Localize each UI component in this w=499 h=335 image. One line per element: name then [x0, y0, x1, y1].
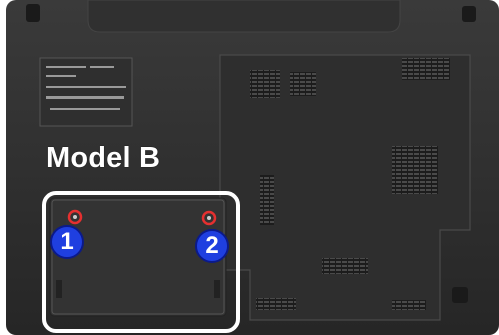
- battery-bay-ridge: [87, 0, 401, 33]
- vent-grille: [392, 146, 438, 194]
- vent-grille: [402, 58, 450, 80]
- vent-grille: [260, 175, 274, 225]
- rubber-foot: [462, 6, 476, 22]
- rubber-foot: [452, 287, 468, 303]
- callout-2: 2: [195, 229, 229, 263]
- vent-grille: [392, 300, 426, 310]
- model-label: Model B: [46, 142, 161, 174]
- product-label: [39, 57, 133, 127]
- vent-grille: [322, 258, 368, 274]
- rubber-foot: [26, 4, 40, 22]
- vent-grille: [250, 70, 280, 98]
- vent-grille: [290, 72, 316, 96]
- vent-grille: [256, 298, 296, 310]
- callout-1: 1: [50, 225, 84, 259]
